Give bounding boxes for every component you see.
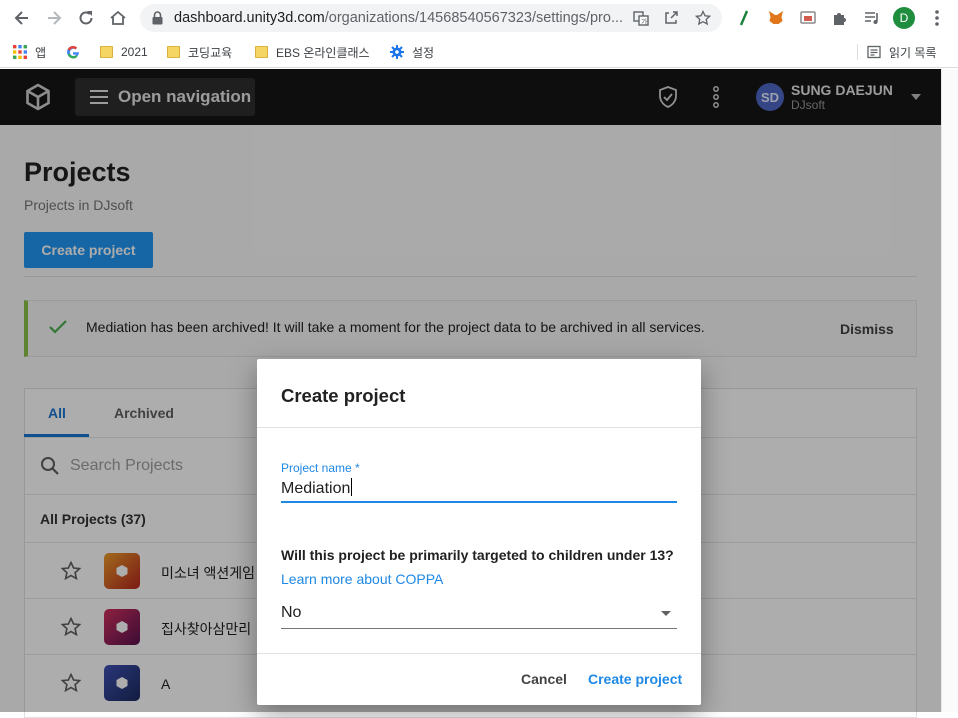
share-icon[interactable] — [660, 7, 682, 29]
bookmarks-bar: 앱 2021 코딩교육 EBS 온라인클래스 설정 읽기 목록 — [0, 36, 958, 68]
extension-slash-icon[interactable] — [733, 7, 755, 29]
profile-avatar[interactable]: D — [893, 7, 915, 29]
coppa-link[interactable]: Learn more about COPPA — [281, 571, 443, 587]
translate-icon[interactable]: 가 — [630, 7, 652, 29]
bookmark-settings[interactable]: 설정 — [390, 42, 434, 62]
confirm-create-button[interactable]: Create project — [588, 671, 682, 687]
folder-icon — [255, 46, 268, 58]
extensions-puzzle-icon[interactable] — [829, 7, 851, 29]
dialog-title: Create project — [281, 385, 406, 406]
address-bar[interactable]: dashboard.unity3d.com/organizations/1456… — [140, 4, 722, 32]
folder-icon — [167, 46, 180, 58]
home-icon[interactable] — [107, 7, 129, 29]
create-project-dialog: Create project Project name * Mediation … — [257, 359, 701, 705]
media-queue-icon[interactable] — [861, 7, 883, 29]
bookmark-apps[interactable]: 앱 — [13, 42, 46, 62]
project-name-input[interactable]: Mediation — [281, 477, 677, 503]
browser-toolbar: dashboard.unity3d.com/organizations/1456… — [0, 0, 958, 36]
apps-grid-icon — [13, 45, 27, 59]
gear-icon — [390, 45, 404, 59]
bookmark-coding[interactable]: 코딩교육 — [167, 42, 232, 62]
lock-icon — [152, 11, 163, 25]
coppa-question: Will this project be primarily targeted … — [281, 547, 674, 563]
cast-extension-icon[interactable] — [797, 7, 819, 29]
google-icon — [66, 45, 80, 59]
bookmark-star-icon[interactable] — [692, 7, 714, 29]
back-icon[interactable] — [11, 7, 33, 29]
page-scrollbar[interactable] — [941, 69, 958, 712]
metamask-icon[interactable] — [765, 7, 787, 29]
select-value: No — [281, 604, 302, 621]
bookmark-ebs[interactable]: EBS 온라인클래스 — [255, 42, 370, 62]
project-name-label: Project name * — [281, 461, 360, 475]
dialog-divider — [257, 653, 701, 654]
text-caret — [351, 478, 353, 496]
forward-icon[interactable] — [43, 7, 65, 29]
dialog-divider — [257, 427, 701, 428]
bookmark-divider — [857, 44, 858, 60]
svg-text:가: 가 — [641, 17, 648, 26]
bookmark-2021[interactable]: 2021 — [100, 42, 148, 62]
bookmark-google[interactable] — [66, 42, 88, 62]
children-targeting-select[interactable]: No — [281, 599, 677, 629]
cancel-button[interactable]: Cancel — [521, 671, 567, 687]
reload-icon[interactable] — [75, 7, 97, 29]
folder-icon — [100, 46, 113, 58]
dropdown-arrow-icon — [661, 611, 671, 616]
reading-list[interactable]: 읽기 목록 — [867, 42, 937, 62]
url-text: dashboard.unity3d.com/organizations/1456… — [174, 10, 624, 26]
reading-list-icon — [867, 45, 881, 59]
browser-menu-icon[interactable] — [926, 7, 948, 29]
